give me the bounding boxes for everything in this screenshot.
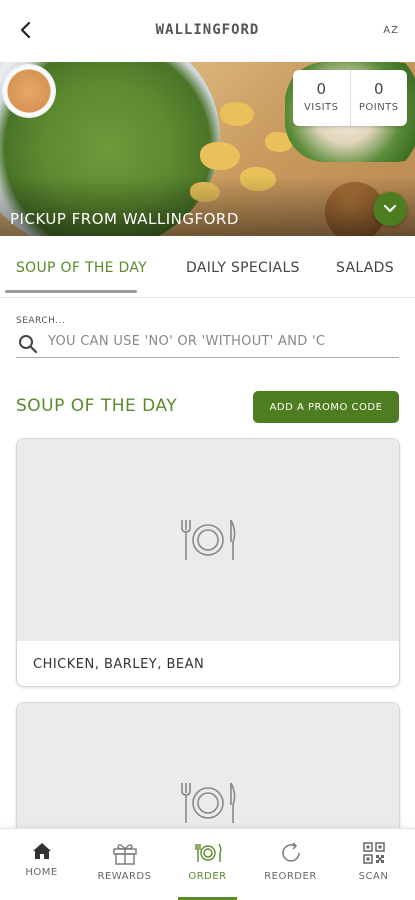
nav-order[interactable]: ORDER xyxy=(166,829,249,900)
bottom-navigation: HOME REWARDS ORDER REORDER SCAN xyxy=(0,828,415,900)
plate-cutlery-icon xyxy=(181,782,236,823)
qr-code-icon xyxy=(362,842,385,864)
nav-rewards[interactable]: REWARDS xyxy=(83,829,166,900)
search-label: SEARCH... xyxy=(16,316,66,326)
nav-scan-label: SCAN xyxy=(358,871,389,882)
points-stat: 0 POINTS xyxy=(349,70,408,126)
tab-daily-specials[interactable]: DAILY SPECIALS xyxy=(186,260,300,276)
menu-item-card[interactable]: CHICKEN, BARLEY, BEAN xyxy=(16,438,400,687)
menu-item-name: CHICKEN, BARLEY, BEAN xyxy=(33,657,205,672)
nav-home[interactable]: HOME xyxy=(0,829,83,900)
section-title: SOUP OF THE DAY xyxy=(16,396,178,416)
visits-stat: 0 VISITS xyxy=(293,70,350,126)
nav-rewards-label: REWARDS xyxy=(97,871,152,882)
reorder-icon xyxy=(281,842,300,862)
chip-image xyxy=(220,102,254,126)
hero-banner: 0 VISITS 0 POINTS PICKUP FROM WALLINGFOR… xyxy=(0,62,415,236)
tab-soup-of-the-day[interactable]: SOUP OF THE DAY xyxy=(16,260,147,276)
add-promo-code-button[interactable]: ADD A PROMO CODE xyxy=(253,391,399,423)
visits-label: VISITS xyxy=(303,102,339,113)
search-bar xyxy=(16,330,399,358)
active-tab-indicator xyxy=(5,290,137,293)
gift-icon xyxy=(112,844,137,865)
search-icon xyxy=(19,335,38,354)
visits-count: 0 xyxy=(316,80,327,98)
top-bar: WALLINGFORD AZ xyxy=(0,0,415,62)
home-icon xyxy=(32,843,51,859)
category-tabs: SOUP OF THE DAY DAILY SPECIALS SALADS xyxy=(0,236,415,298)
search-input[interactable] xyxy=(48,334,373,349)
nav-reorder[interactable]: REORDER xyxy=(249,829,332,900)
loyalty-stats: 0 VISITS 0 POINTS xyxy=(293,70,407,126)
dressing-cup-image xyxy=(2,64,56,118)
chevron-down-icon xyxy=(383,204,397,213)
language-selector[interactable]: AZ xyxy=(383,25,399,36)
order-icon xyxy=(194,843,221,862)
points-count: 0 xyxy=(373,80,384,98)
chip-image xyxy=(200,142,240,170)
nav-scan[interactable]: SCAN xyxy=(332,829,415,900)
pickup-location-label: PICKUP FROM WALLINGFORD xyxy=(10,210,239,228)
nav-order-label: ORDER xyxy=(188,871,227,882)
nav-reorder-label: REORDER xyxy=(264,871,317,882)
points-label: POINTS xyxy=(358,102,399,113)
tab-salads[interactable]: SALADS xyxy=(336,260,394,276)
nav-home-label: HOME xyxy=(25,867,58,878)
menu-item-image xyxy=(17,439,399,641)
plate-cutlery-icon xyxy=(181,519,236,560)
expand-location-button[interactable] xyxy=(373,192,407,226)
store-title: WALLINGFORD xyxy=(155,22,260,38)
